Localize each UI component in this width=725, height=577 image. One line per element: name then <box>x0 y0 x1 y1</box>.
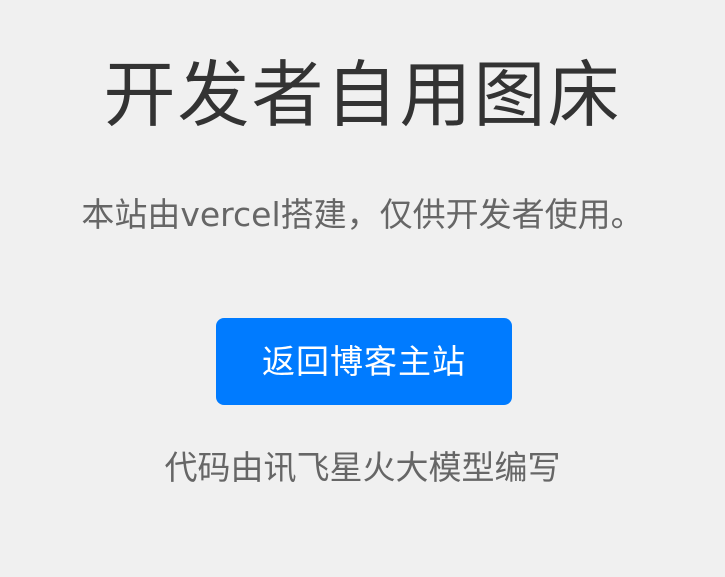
page-title: 开发者自用图床 <box>103 53 622 137</box>
footer-credit: 代码由讯飞星火大模型编写 <box>164 448 561 487</box>
back-to-blog-button[interactable]: 返回博客主站 <box>216 318 512 405</box>
page-subtitle: 本站由vercel搭建，仅供开发者使用。 <box>81 195 644 234</box>
page-container: 开发者自用图床 本站由vercel搭建，仅供开发者使用。 返回博客主站 代码由讯… <box>0 0 725 577</box>
